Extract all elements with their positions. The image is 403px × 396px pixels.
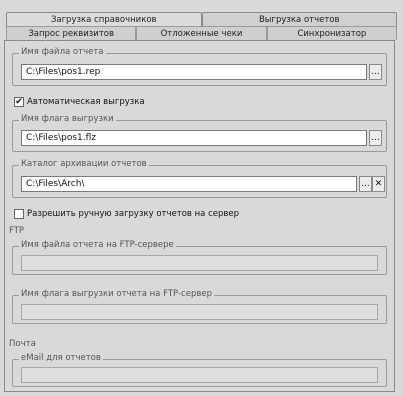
auto-upload-label: Автоматическая выгрузка (27, 97, 145, 107)
ftp-report-file-legend: Имя файла отчета на FTP-сервере (19, 240, 176, 250)
sub-tab-row: Запрос реквизитов Отложенные чеки Синхро… (6, 26, 397, 40)
manual-upload-checkbox[interactable] (14, 209, 24, 219)
archive-dir-legend: Каталог архивации отчетов (19, 159, 149, 169)
report-file-browse-button[interactable]: ... (369, 64, 382, 80)
ftp-section-title: FTP (9, 226, 25, 236)
email-legend: eMail для отчетов (19, 353, 103, 363)
ftp-report-file-input[interactable] (21, 255, 378, 271)
tab-load-directories[interactable]: Загрузка справочников (6, 12, 202, 26)
upload-flag-input[interactable]: C:\Files\pos1.flz (21, 130, 367, 146)
archive-dir-group: Каталог архивации отчетов C:\Files\Arch\… (12, 159, 387, 198)
manual-upload-label: Разрешить ручную загрузку отчетов на сер… (27, 209, 240, 219)
tab-request-requisites[interactable]: Запрос реквизитов (6, 26, 137, 40)
tab-panel: Имя файла отчета C:\Files\pos1.rep ... ✔… (4, 40, 395, 392)
mail-section-title: Почта (9, 339, 36, 349)
archive-dir-browse-button[interactable]: ... (359, 176, 372, 192)
upload-flag-group: Имя флага выгрузки C:\Files\pos1.flz ... (12, 114, 387, 152)
ftp-upload-flag-input[interactable] (21, 304, 378, 320)
tab-upload-reports[interactable]: Выгрузка отчетов (201, 12, 397, 26)
top-tab-row: Загрузка справочников Выгрузка отчетов (6, 12, 397, 26)
tab-synchronizer[interactable]: Синхронизатор (266, 26, 397, 40)
tab-deferred-receipts[interactable]: Отложенные чеки (136, 26, 267, 40)
archive-dir-clear-button[interactable]: ✕ (372, 176, 385, 192)
report-file-legend: Имя файла отчета (19, 47, 106, 57)
report-file-group: Имя файла отчета C:\Files\pos1.rep ... (12, 47, 387, 86)
ftp-report-file-group: Имя файла отчета на FTP-сервере (12, 240, 387, 275)
email-group: eMail для отчетов (12, 353, 387, 387)
settings-window: Загрузка справочников Выгрузка отчетов З… (0, 0, 403, 396)
ftp-upload-flag-group: Имя флага выгрузки отчета на FTP-сервер (12, 289, 387, 324)
email-input[interactable] (21, 367, 378, 383)
upload-flag-browse-button[interactable]: ... (369, 130, 382, 146)
archive-dir-input[interactable]: C:\Files\Arch\ (21, 176, 357, 192)
upload-flag-legend: Имя флага выгрузки (19, 114, 116, 124)
report-file-input[interactable]: C:\Files\pos1.rep (21, 64, 367, 80)
auto-upload-checkbox[interactable]: ✔ (14, 97, 24, 107)
ftp-upload-flag-legend: Имя флага выгрузки отчета на FTP-сервер (19, 289, 214, 299)
